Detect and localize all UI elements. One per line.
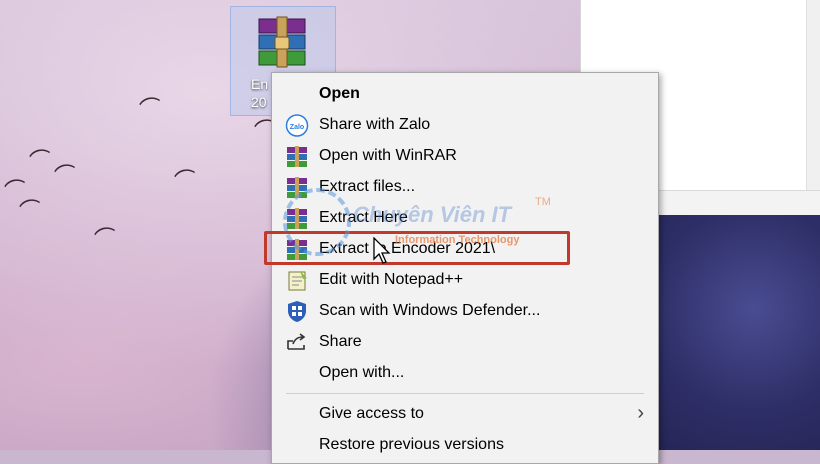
menu-item-extract-here[interactable]: Extract Here: [272, 203, 658, 234]
zalo-icon: Zalo: [285, 114, 309, 137]
menu-item-open-with-winrar[interactable]: Open with WinRAR: [272, 141, 658, 172]
menu-separator: [286, 393, 644, 394]
menu-item-label: Open with...: [319, 364, 405, 381]
menu-item-give-access-to[interactable]: Give access to ›: [272, 399, 658, 430]
menu-item-label: Give access to: [319, 405, 424, 422]
bird-silhouette: ⌒: [17, 195, 45, 226]
menu-item-label: Restore previous versions: [319, 436, 504, 453]
menu-item-label: Open with WinRAR: [319, 147, 457, 164]
menu-item-share[interactable]: Share: [272, 327, 658, 358]
bird-silhouette: ⌒: [52, 160, 80, 191]
winrar-icon: [287, 146, 307, 167]
menu-item-open[interactable]: Open: [272, 79, 658, 110]
svg-text:Zalo: Zalo: [290, 124, 304, 131]
menu-item-restore-previous-versions[interactable]: Restore previous versions: [272, 430, 658, 461]
wallpaper-tree-region: [655, 215, 820, 450]
mouse-cursor-icon: [373, 237, 391, 264]
window-scrollbar[interactable]: [806, 0, 820, 215]
winrar-icon: [287, 208, 307, 229]
menu-item-extract-files[interactable]: Extract files...: [272, 172, 658, 203]
bird-silhouette: ⌒: [92, 223, 120, 254]
share-icon: [287, 333, 306, 350]
menu-item-share-with-zalo[interactable]: Zalo Share with Zalo: [272, 110, 658, 141]
notepad-plus-plus-icon: [288, 271, 307, 291]
context-menu: Open Zalo Share with Zalo Open with WinR…: [271, 72, 659, 464]
menu-item-label: Share: [319, 333, 362, 350]
chevron-right-icon: ›: [637, 402, 644, 424]
bird-silhouette: ⌒: [137, 93, 165, 124]
bird-silhouette: ⌒: [27, 145, 55, 176]
annotation-highlight-box: [264, 231, 570, 265]
menu-item-label: Edit with Notepad++: [319, 271, 464, 288]
menu-item-label: Open: [319, 85, 360, 102]
menu-item-label: Extract files...: [319, 178, 416, 195]
menu-item-label: Scan with Windows Defender...: [319, 302, 541, 319]
bird-silhouette: ⌒: [172, 165, 200, 196]
menu-item-label: Share with Zalo: [319, 116, 431, 133]
menu-item-edit-with-notepad-plus-plus[interactable]: Edit with Notepad++: [272, 265, 658, 296]
windows-defender-icon: [288, 301, 306, 322]
menu-item-open-with[interactable]: Open with...: [272, 358, 658, 389]
winrar-icon: [287, 177, 307, 198]
menu-item-label: Extract Here: [319, 209, 408, 226]
menu-item-scan-with-windows-defender[interactable]: Scan with Windows Defender...: [272, 296, 658, 327]
winrar-icon: [258, 16, 306, 68]
